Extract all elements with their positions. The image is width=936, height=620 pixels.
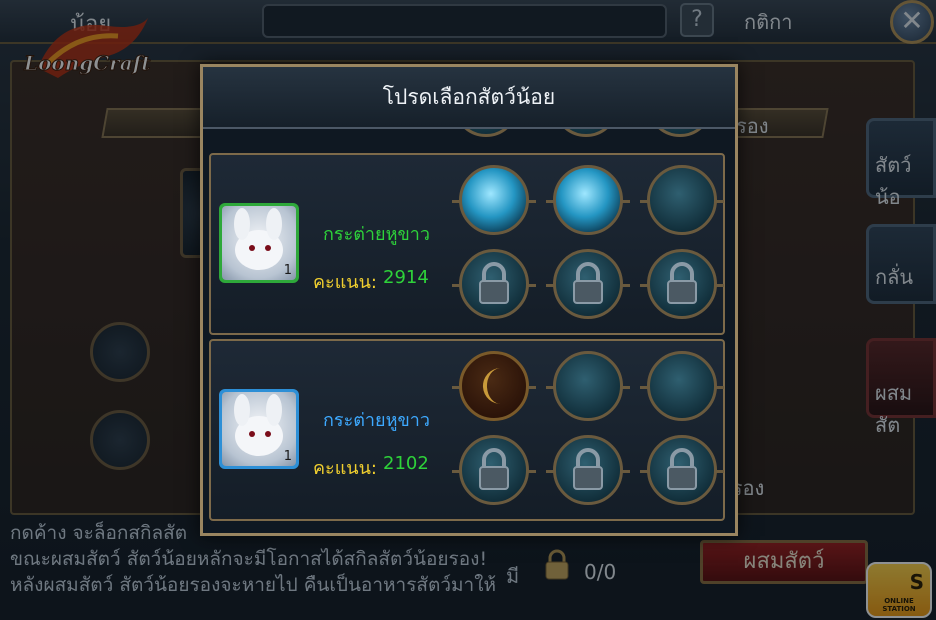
lock-icon[interactable] [546,435,630,505]
lock-icon-graphic [479,448,509,490]
lock-icon-graphic [573,448,603,490]
skill-icon[interactable] [546,165,630,235]
score-label: คะแนน: [313,458,377,479]
lock-icon [453,129,519,137]
pet-select-dialog: โปรดเลือกสัตว์น้อย 1 กระต่ายหูขาว คะแนน:… [200,64,738,536]
pet-level: 1 [283,449,292,464]
lock-icon[interactable] [640,435,724,505]
lock-icon-graphic [667,262,697,304]
lock-icon-graphic [479,262,509,304]
pet-name: กระต่ายหูขาว [323,224,430,245]
empty-slot[interactable] [640,351,724,421]
score-value: 2102 [383,453,429,474]
lock-icon [553,129,619,137]
score-label: คะแนน: [313,272,377,293]
pet-name: กระต่ายหูขาว [323,410,430,431]
lock-icon-graphic [667,448,697,490]
lock-icon[interactable] [640,249,724,319]
lock-icon[interactable] [452,249,536,319]
pet-card[interactable]: 1 กระต่ายหูขาว คะแนน: 2102 [209,339,725,521]
lock-icon [647,129,713,137]
crescent-icon [482,368,502,405]
pet-level: 1 [283,263,292,278]
gold-skill-icon[interactable] [452,351,536,421]
pet-avatar[interactable]: 1 [219,389,299,469]
dialog-header: โปรดเลือกสัตว์น้อย [203,67,735,129]
empty-slot[interactable] [640,165,724,235]
lock-icon[interactable] [546,249,630,319]
pet-avatar[interactable]: 1 [219,203,299,283]
rabbit-portrait: 1 [222,206,296,280]
lock-icon-graphic [573,262,603,304]
pet-card[interactable]: 1 กระต่ายหูขาว คะแนน: 2914 [209,153,725,335]
skill-icon[interactable] [452,165,536,235]
scrolled-row-peek [203,129,735,149]
lock-icon[interactable] [452,435,536,505]
score-value: 2914 [383,267,429,288]
empty-slot[interactable] [546,351,630,421]
rabbit-portrait: 1 [222,392,296,466]
dialog-title: โปรดเลือกสัตว์น้อย [382,85,556,109]
